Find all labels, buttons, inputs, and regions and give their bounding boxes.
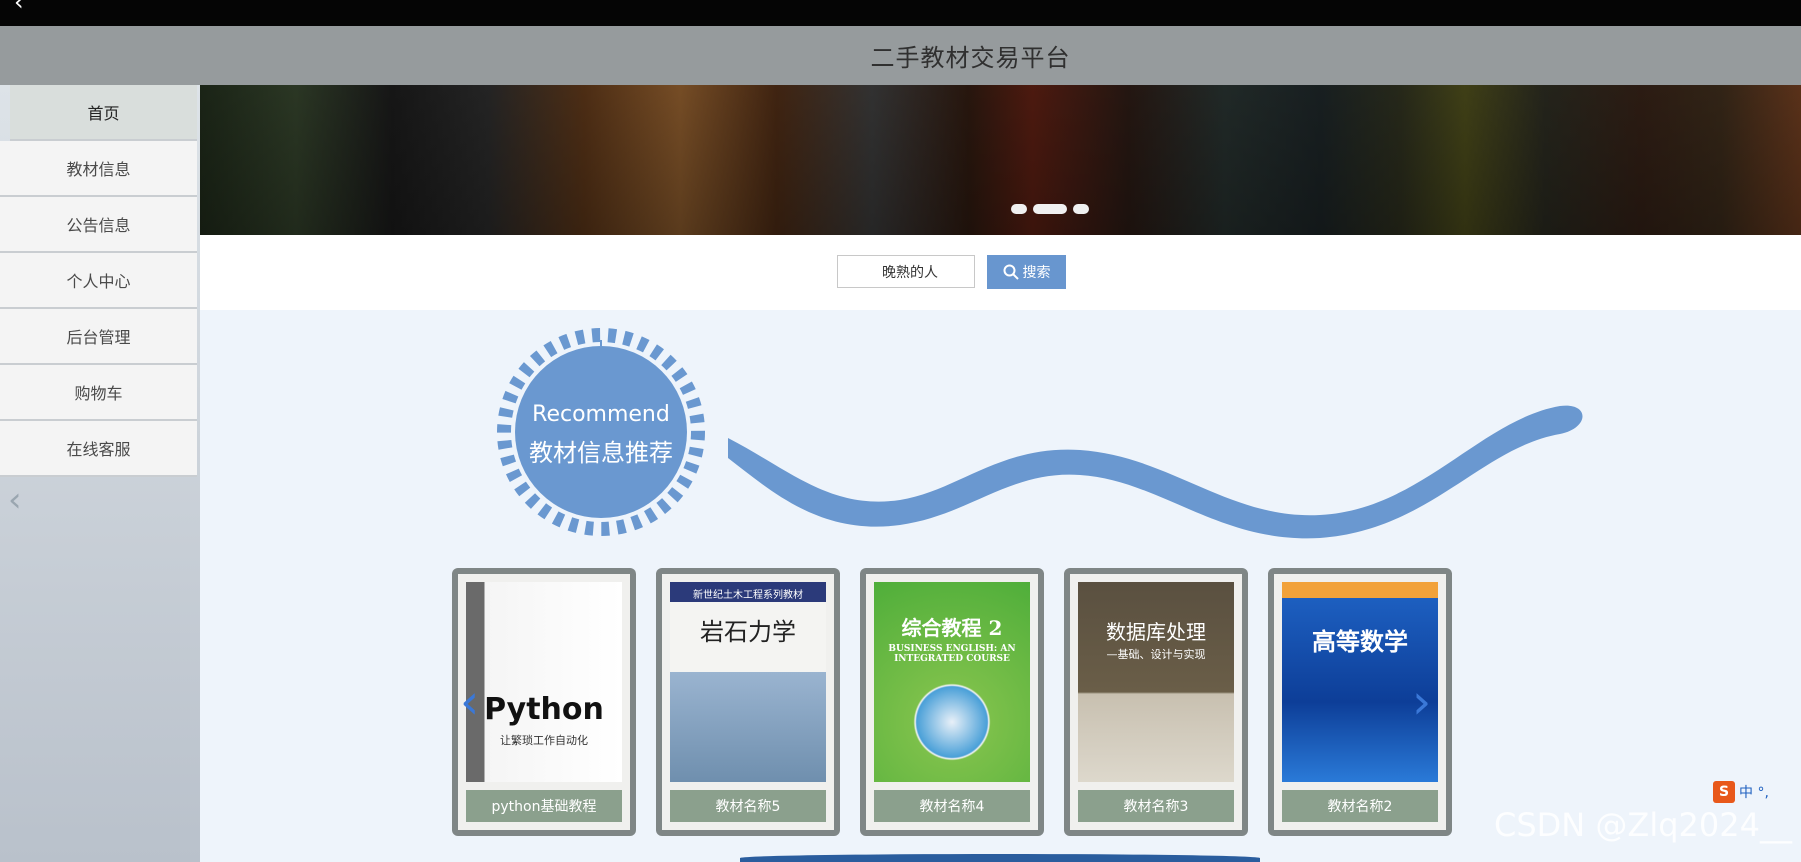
sidebar-item-home[interactable]: 首页 — [10, 85, 197, 141]
sidebar-item-notices[interactable]: 公告信息 — [0, 197, 197, 253]
book-caption[interactable]: 教材名称5 — [670, 790, 826, 822]
book-caption[interactable]: 教材名称4 — [874, 790, 1030, 822]
back-arrow-icon[interactable]: ‹ — [14, 0, 24, 14]
book-cover-title: 数据库处理 — [1106, 620, 1206, 644]
book-caption[interactable]: python基础教程 — [466, 790, 622, 822]
ime-status: 中 °, — [1739, 785, 1769, 801]
book-cover[interactable]: Python 让繁琐工作自动化 — [466, 582, 622, 782]
book-cover[interactable]: 数据库处理 —基础、设计与实现 — [1078, 582, 1234, 782]
ime-logo-icon: S — [1713, 781, 1735, 803]
carousel-prev-icon[interactable]: ‹ — [460, 678, 479, 726]
book-cover[interactable]: 新世纪土木工程系列教材 岩石力学 — [670, 582, 826, 782]
carousel-next-icon[interactable]: › — [1412, 678, 1431, 726]
book-card[interactable]: Python 让繁琐工作自动化 python基础教程 — [452, 568, 636, 836]
book-card[interactable]: 数据库处理 —基础、设计与实现 教材名称3 — [1064, 568, 1248, 836]
recommend-title-cn: 教材信息推荐 — [529, 439, 673, 467]
carousel-dots — [1011, 204, 1089, 214]
site-header: 二手教材交易平台 — [0, 26, 1801, 85]
search-bar: 搜索 — [200, 235, 1801, 310]
recommend-wave — [728, 405, 1583, 539]
book-cover-title: 综合教程 2 — [901, 616, 1003, 640]
carousel-dot-2-active[interactable] — [1033, 204, 1067, 214]
book-card-inner: Python 让繁琐工作自动化 python基础教程 — [458, 574, 630, 830]
book-card-inner: 新世纪土木工程系列教材 岩石力学 教材名称5 — [662, 574, 834, 830]
recommend-title-en: Recommend — [532, 402, 670, 427]
recommend-title: Recommend 教材信息推荐 — [508, 402, 694, 468]
book-cover[interactable]: 综合教程 2 BUSINESS ENGLISH: AN INTEGRATED C… — [874, 582, 1030, 782]
search-button[interactable]: 搜索 — [987, 255, 1066, 289]
sidebar-item-profile[interactable]: 个人中心 — [0, 253, 197, 309]
carousel-dot-3[interactable] — [1073, 204, 1089, 214]
book-cover-title: 高等数学 — [1312, 627, 1408, 656]
banner-shade — [200, 85, 1801, 235]
book-card[interactable]: 综合教程 2 BUSINESS ENGLISH: AN INTEGRATED C… — [860, 568, 1044, 836]
book-card-inner: 综合教程 2 BUSINESS ENGLISH: AN INTEGRATED C… — [866, 574, 1038, 830]
footer-decoration — [740, 854, 1260, 862]
search-button-label: 搜索 — [1022, 264, 1051, 280]
book-caption[interactable]: 教材名称3 — [1078, 790, 1234, 822]
search-icon — [1003, 264, 1019, 280]
ime-toolbar[interactable]: S 中 °, — [1713, 780, 1769, 804]
book-cover-title: Python — [484, 692, 604, 727]
book-card-inner: 数据库处理 —基础、设计与实现 教材名称3 — [1070, 574, 1242, 830]
book-cover-subtitle: BUSINESS ENGLISH: AN INTEGRATED COURSE — [888, 644, 1016, 664]
window-topbar: ‹ — [0, 0, 1801, 26]
book-cover-subtitle: 新世纪土木工程系列教材 — [693, 590, 803, 601]
book-cover-title: 岩石力学 — [700, 618, 796, 646]
page-title: 二手教材交易平台 — [870, 44, 1071, 72]
search-input[interactable] — [837, 255, 975, 288]
banner-carousel[interactable] — [200, 85, 1801, 235]
book-cover-subtitle: 让繁琐工作自动化 — [500, 734, 588, 747]
book-card[interactable]: 新世纪土木工程系列教材 岩石力学 教材名称5 — [656, 568, 840, 836]
carousel-dot-1[interactable] — [1011, 204, 1027, 214]
sidebar-item-textbooks[interactable]: 教材信息 — [0, 141, 197, 197]
book-caption[interactable]: 教材名称2 — [1282, 790, 1438, 822]
watermark: CSDN @Zlq2024__ — [1494, 806, 1792, 844]
book-cover-subtitle: —基础、设计与实现 — [1106, 648, 1206, 661]
